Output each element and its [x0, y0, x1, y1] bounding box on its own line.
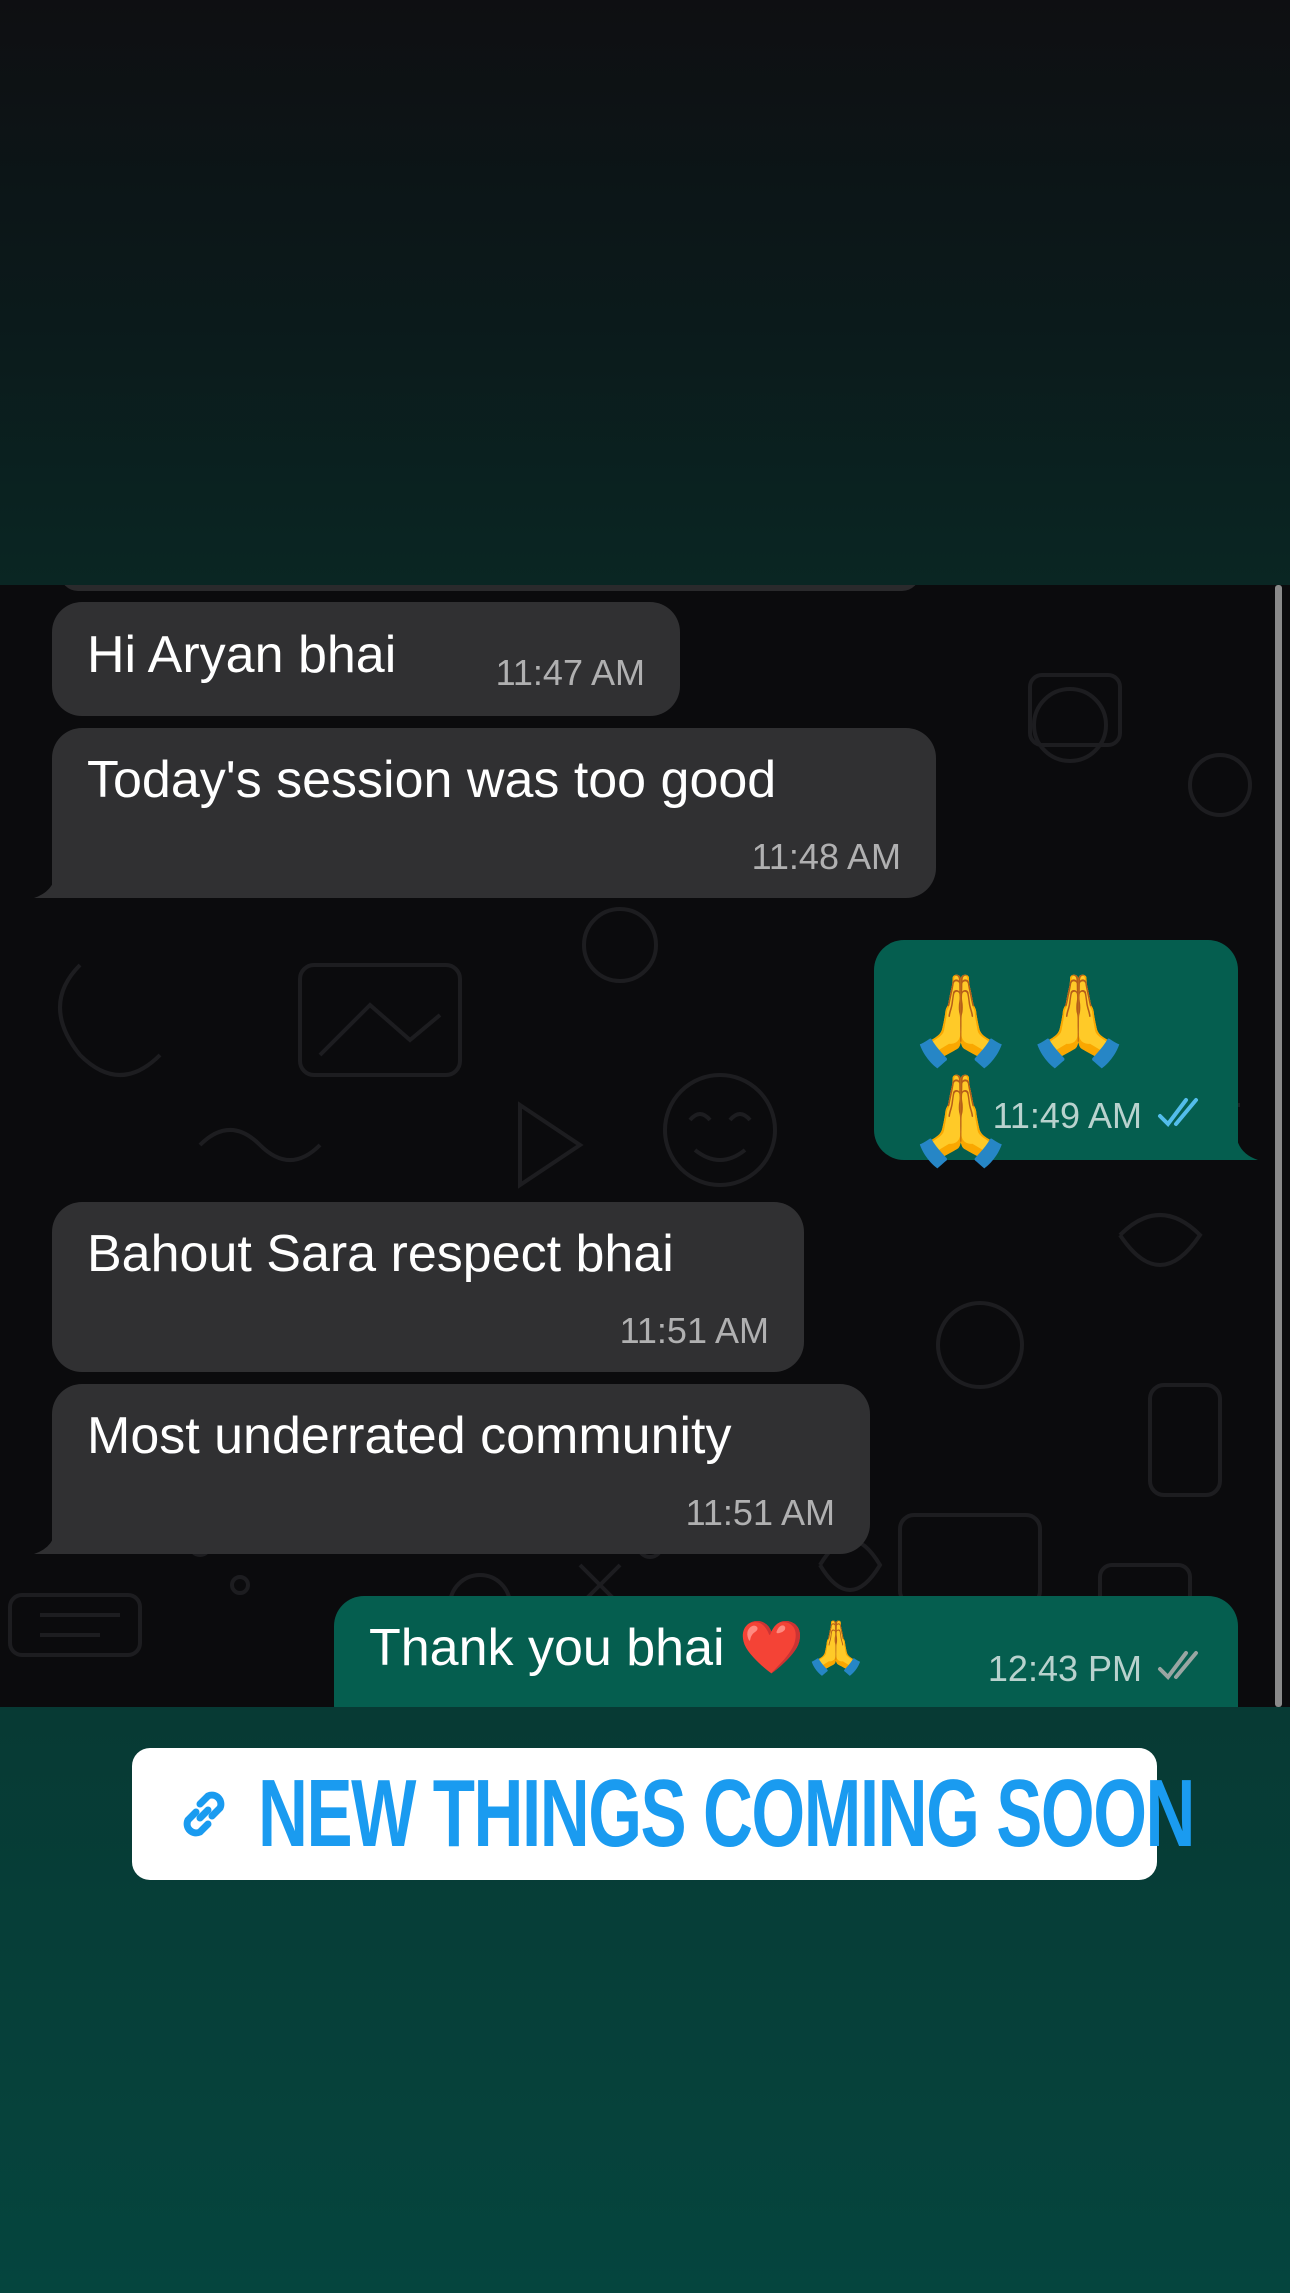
message-time: 12:43 PM — [987, 1648, 1142, 1689]
previous-message-edge — [60, 585, 920, 591]
link-sticker[interactable]: NEW THINGS COMING SOON — [132, 1748, 1195, 1880]
message-time: 11:51 AM — [685, 1492, 835, 1533]
message-time: 11:49 AM — [992, 1095, 1142, 1136]
bubble-tail — [34, 1520, 74, 1554]
message-time: 11:47 AM — [495, 652, 645, 693]
message-text: Bahout Sara respect bhai — [87, 1225, 674, 1283]
message-time: 11:48 AM — [751, 836, 901, 877]
link-icon — [183, 1791, 224, 1837]
message-text: Today's session was too good — [87, 751, 777, 809]
message-text: Hi Aryan bhai — [87, 626, 397, 684]
message-bubble-incoming[interactable]: Today's session was too good 11:48 AM — [34, 728, 936, 898]
message-bubble-incoming[interactable]: Bahout Sara respect bhai 11:51 AM — [52, 1202, 804, 1372]
message-text: Thank you bhai ❤️🙏 — [369, 1619, 869, 1677]
delivered-receipt-icon — [1158, 1651, 1198, 1681]
message-bubble-incoming[interactable]: Most underrated community 11:51 AM — [34, 1384, 870, 1554]
link-sticker-label: NEW THINGS COMING SOON — [257, 1760, 1195, 1867]
message-bubble-outgoing[interactable]: 🙏🙏🙏 11:49 AM — [874, 940, 1258, 1169]
bubble-tail — [34, 864, 74, 898]
message-bubble-incoming[interactable]: Hi Aryan bhai 11:47 AM — [52, 602, 680, 716]
message-time: 11:51 AM — [619, 1310, 769, 1351]
read-receipt-icon — [1158, 1098, 1198, 1128]
scrollbar[interactable] — [1275, 585, 1282, 1707]
message-text: Most underrated community — [87, 1407, 732, 1465]
emoji-message: 🙏🙏🙏 — [906, 970, 1142, 1169]
